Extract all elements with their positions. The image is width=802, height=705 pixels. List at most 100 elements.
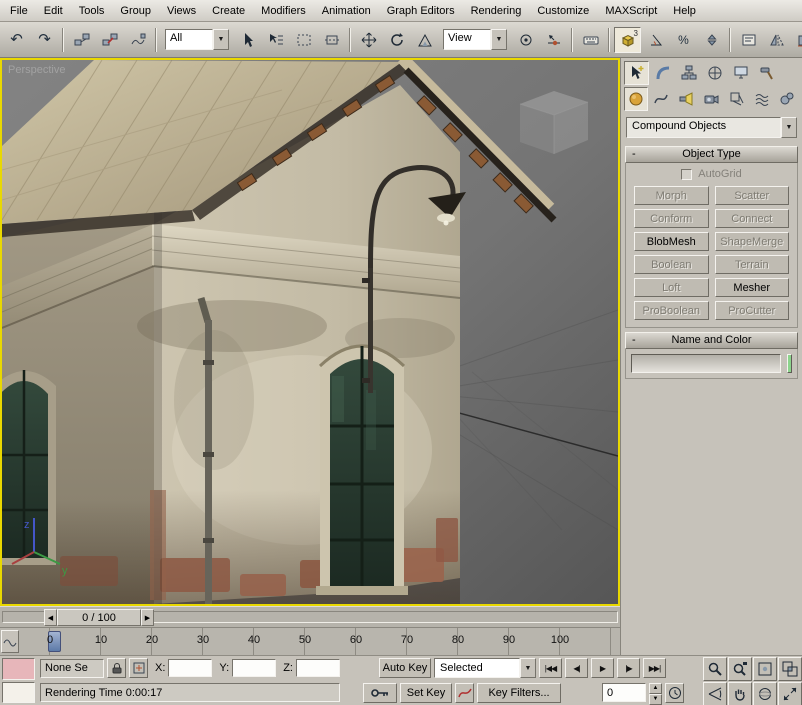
- time-slider-handle[interactable]: ◀ 0 / 100 ▶: [44, 609, 154, 626]
- select-and-scale-button[interactable]: [411, 27, 438, 53]
- key-mode-dropdown[interactable]: Selected ▼: [434, 658, 536, 678]
- zoom-button[interactable]: [703, 657, 727, 681]
- menu-views[interactable]: Views: [159, 1, 204, 21]
- y-coordinate-input[interactable]: [232, 659, 276, 677]
- redo-button[interactable]: ↷: [31, 27, 58, 53]
- select-by-name-button[interactable]: [262, 27, 289, 53]
- selection-filter-dropdown[interactable]: All ▼: [165, 29, 229, 50]
- object-color-swatch[interactable]: [787, 354, 792, 373]
- menu-customize[interactable]: Customize: [529, 1, 597, 21]
- spinner-down-icon[interactable]: ▼: [649, 694, 662, 705]
- keyboard-shortcut-override-button[interactable]: [577, 27, 604, 53]
- absolute-offset-toggle[interactable]: [129, 658, 148, 678]
- chevron-down-icon[interactable]: ▼: [520, 658, 536, 678]
- auto-key-button[interactable]: Auto Key: [379, 658, 431, 678]
- menu-file[interactable]: File: [2, 1, 36, 21]
- listener-pane[interactable]: [2, 682, 35, 704]
- go-to-end-button[interactable]: ▶▶|: [643, 658, 666, 678]
- maximize-viewport-toggle-button[interactable]: [778, 682, 802, 705]
- menu-rendering[interactable]: Rendering: [463, 1, 530, 21]
- viewport-scene[interactable]: z y: [2, 60, 618, 604]
- play-animation-button[interactable]: ▶: [591, 658, 614, 678]
- maxscript-mini-listener[interactable]: [0, 656, 37, 705]
- select-and-manipulate-button[interactable]: [540, 27, 567, 53]
- pan-view-button[interactable]: [728, 682, 752, 705]
- set-keys-button[interactable]: [363, 683, 397, 703]
- tab-display[interactable]: [728, 61, 753, 85]
- time-configuration-button[interactable]: [665, 683, 684, 703]
- menu-group[interactable]: Group: [112, 1, 159, 21]
- menu-create[interactable]: Create: [204, 1, 253, 21]
- zoom-extents-button[interactable]: [753, 657, 777, 681]
- spinner-up-icon[interactable]: ▲: [649, 683, 662, 694]
- object-name-input[interactable]: [631, 354, 781, 373]
- menu-modifiers[interactable]: Modifiers: [253, 1, 314, 21]
- select-and-rotate-button[interactable]: [383, 27, 410, 53]
- new-key-tangent-button[interactable]: [455, 683, 474, 703]
- category-shapes[interactable]: [649, 87, 673, 111]
- track-bar-ruler[interactable]: 0 10 20 30 40 50 60 70 80 90 100: [20, 628, 618, 655]
- menu-help[interactable]: Help: [665, 1, 704, 21]
- selection-lock-toggle[interactable]: [107, 658, 126, 678]
- menu-maxscript[interactable]: MAXScript: [597, 1, 665, 21]
- snaps-toggle-button[interactable]: 3: [614, 27, 641, 53]
- object-category-dropdown[interactable]: Compound Objects ▼: [626, 117, 797, 138]
- z-coordinate-input[interactable]: [296, 659, 340, 677]
- window-crossing-toggle-button[interactable]: [318, 27, 345, 53]
- bind-to-space-warp-button[interactable]: [124, 27, 151, 53]
- set-key-mode-button[interactable]: Set Key: [400, 683, 452, 703]
- reference-coordinate-dropdown[interactable]: View ▼: [443, 29, 507, 50]
- category-systems[interactable]: [775, 87, 799, 111]
- go-to-start-button[interactable]: |◀◀: [539, 658, 562, 678]
- unlink-selection-button[interactable]: [96, 27, 123, 53]
- use-center-flyout-button[interactable]: [512, 27, 539, 53]
- angle-snap-toggle-button[interactable]: [642, 27, 669, 53]
- tab-create[interactable]: [624, 61, 649, 85]
- current-frame-field[interactable]: 0: [602, 683, 646, 702]
- previous-frame-arrow-icon[interactable]: ◀: [44, 609, 57, 626]
- object-type-rollout-header[interactable]: - Object Type: [625, 146, 798, 163]
- x-coordinate-input[interactable]: [168, 659, 212, 677]
- edit-named-selection-sets-button[interactable]: [735, 27, 762, 53]
- field-of-view-button[interactable]: [703, 682, 727, 705]
- frame-indicator[interactable]: 0 / 100: [57, 609, 141, 626]
- tab-motion[interactable]: [702, 61, 727, 85]
- chevron-down-icon[interactable]: ▼: [213, 29, 229, 50]
- category-lights[interactable]: [674, 87, 698, 111]
- undo-button[interactable]: ↶: [3, 27, 30, 53]
- tab-utilities[interactable]: [754, 61, 779, 85]
- select-object-button[interactable]: [234, 27, 261, 53]
- track-bar[interactable]: 0 10 20 30 40 50 60 70 80 90 100: [0, 627, 620, 655]
- select-and-move-button[interactable]: [355, 27, 382, 53]
- category-helpers[interactable]: [725, 87, 749, 111]
- viewport-label[interactable]: Perspective: [8, 64, 65, 76]
- category-cameras[interactable]: [699, 87, 723, 111]
- next-frame-arrow-icon[interactable]: ▶: [141, 609, 154, 626]
- category-space-warps[interactable]: [750, 87, 774, 111]
- previous-frame-button[interactable]: ◀|: [565, 658, 588, 678]
- category-geometry[interactable]: [624, 87, 648, 111]
- percent-snap-toggle-button[interactable]: %: [670, 27, 697, 53]
- zoom-extents-all-button[interactable]: [778, 657, 802, 681]
- tab-modify[interactable]: [650, 61, 675, 85]
- menu-edit[interactable]: Edit: [36, 1, 71, 21]
- arc-rotate-button[interactable]: [753, 682, 777, 705]
- align-button[interactable]: [791, 27, 802, 53]
- spinner-snap-toggle-button[interactable]: [698, 27, 725, 53]
- rectangular-selection-region-button[interactable]: [290, 27, 317, 53]
- chevron-down-icon[interactable]: ▼: [781, 117, 797, 138]
- key-filters-button[interactable]: Key Filters...: [477, 683, 561, 703]
- mini-curve-editor-button[interactable]: [1, 630, 19, 653]
- frame-spinner[interactable]: ▲ ▼: [649, 683, 662, 703]
- select-and-link-button[interactable]: [68, 27, 95, 53]
- mirror-button[interactable]: [763, 27, 790, 53]
- zoom-all-button[interactable]: [728, 657, 752, 681]
- blobmesh-button[interactable]: BlobMesh: [634, 232, 709, 251]
- time-slider[interactable]: ◀ 0 / 100 ▶: [0, 606, 620, 627]
- perspective-viewport[interactable]: z y Perspective: [0, 58, 620, 606]
- selection-status-field[interactable]: None Se: [40, 659, 104, 678]
- mesher-button[interactable]: Mesher: [715, 278, 790, 297]
- tab-hierarchy[interactable]: [676, 61, 701, 85]
- name-color-rollout-header[interactable]: - Name and Color: [625, 332, 798, 349]
- chevron-down-icon[interactable]: ▼: [491, 29, 507, 50]
